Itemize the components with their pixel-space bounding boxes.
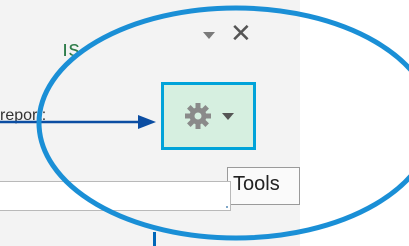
arrow-right-icon	[0, 115, 156, 129]
pane-title-fragment: ıs	[62, 36, 81, 61]
resize-grip	[226, 206, 228, 208]
pointer-line	[153, 232, 156, 246]
background-area	[300, 0, 409, 246]
tools-button[interactable]	[161, 82, 256, 150]
close-icon[interactable]: ✕	[230, 20, 252, 46]
chevron-down-icon[interactable]	[203, 32, 215, 39]
chevron-down-icon	[221, 112, 234, 120]
gear-icon	[184, 103, 211, 129]
report-input[interactable]	[0, 181, 231, 211]
tools-tooltip: Tools	[227, 167, 300, 205]
